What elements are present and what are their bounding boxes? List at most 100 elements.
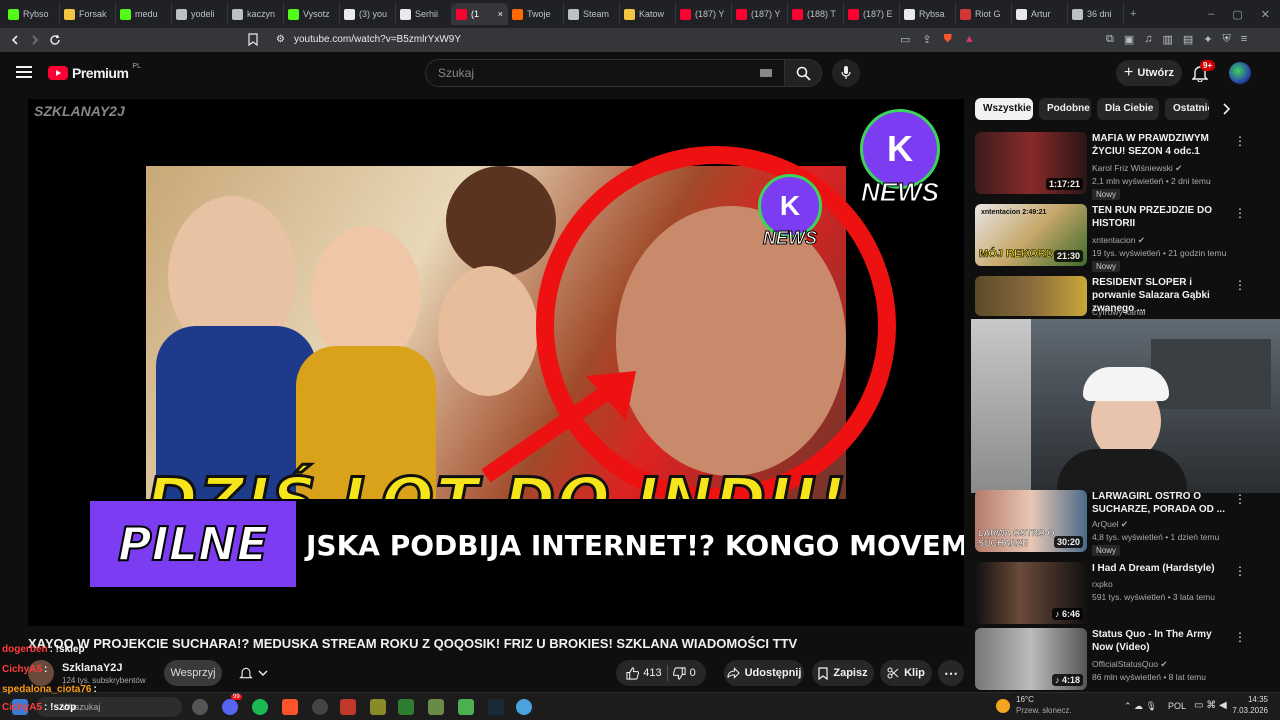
app-icon[interactable] xyxy=(370,699,386,715)
app-icon[interactable] xyxy=(428,699,444,715)
browser-tab[interactable]: 36 dni xyxy=(1068,3,1124,25)
video-player[interactable]: SZKLANAY2J K NEWS DZIŚ LOT DO INDII! K N… xyxy=(28,99,964,626)
brave-rewards-icon[interactable]: ▲ xyxy=(964,33,975,47)
brave-browser-icon[interactable] xyxy=(282,699,298,715)
minecraft-icon[interactable] xyxy=(458,699,474,715)
chip-similar[interactable]: Podobne xyxy=(1039,98,1091,120)
chips-next-button[interactable] xyxy=(1221,103,1231,115)
discord-icon[interactable]: 99 xyxy=(222,694,242,715)
browser-tab[interactable]: yodeli xyxy=(172,3,228,25)
sidebar-toggle-icon[interactable]: ▥ xyxy=(1163,33,1173,47)
voice-search-button[interactable] xyxy=(832,59,860,87)
avatar[interactable] xyxy=(1229,62,1251,84)
recommendation-item[interactable]: ♪ 4:18 Status Quo - In The Army Now (Vid… xyxy=(975,628,1255,690)
url-field[interactable]: ⚙ youtube.com/watch?v=B5zmlrYxW9Y xyxy=(270,30,990,50)
chip-recent[interactable]: Ostatnio xyxy=(1165,98,1209,120)
create-button[interactable]: + Utwórz xyxy=(1116,60,1182,86)
recommendation-item[interactable]: RESIDENT SLOPER i porwanie Salazara Gąbk… xyxy=(975,276,1255,317)
tray-icons[interactable]: ⌃ ☁ 🎙 xyxy=(1124,701,1157,712)
dislike-button[interactable]: 0 xyxy=(672,666,696,680)
back-button[interactable] xyxy=(4,29,26,51)
leo-ai-icon[interactable]: ✦ xyxy=(1203,33,1212,47)
recommendation-channel[interactable]: ArQuel ✔ xyxy=(1092,519,1128,530)
browser-tab[interactable]: Vysotz xyxy=(284,3,340,25)
search-button[interactable] xyxy=(784,59,822,87)
close-tab-icon[interactable]: × xyxy=(498,9,503,19)
save-button[interactable]: Zapisz xyxy=(812,660,874,686)
search-input[interactable]: Szukaj xyxy=(425,59,785,87)
recommendation-item[interactable]: xntentacion 2:49:21 MÓJ REKORD 21:30 TEN… xyxy=(975,204,1255,272)
browser-tab[interactable]: Serhii xyxy=(396,3,452,25)
spotify-icon[interactable] xyxy=(252,699,268,715)
cast-icon[interactable]: ▭ xyxy=(900,33,910,47)
browser-tab[interactable]: Forsak xyxy=(60,3,116,25)
more-actions-button[interactable]: ⋯ xyxy=(938,660,964,686)
reload-button[interactable] xyxy=(44,29,66,51)
obs-icon[interactable] xyxy=(312,699,328,715)
bookmark-icon[interactable] xyxy=(248,33,258,46)
wallet-icon[interactable]: ▤ xyxy=(1183,33,1193,47)
recommendation-channel[interactable]: Karol Friz Wiśniewski ✔ xyxy=(1092,163,1182,174)
browser-tab[interactable]: Steam xyxy=(564,3,620,25)
youtube-logo[interactable]: Premium PL xyxy=(48,63,141,81)
vpn-icon[interactable]: ⛨ xyxy=(1223,33,1231,47)
browser-tab[interactable]: (187) E xyxy=(844,3,900,25)
app-icon[interactable] xyxy=(340,699,356,715)
browser-tab[interactable]: Twoje xyxy=(508,3,564,25)
site-info-icon[interactable]: ⚙ xyxy=(276,30,285,50)
browser-tab[interactable]: Katow xyxy=(620,3,676,25)
recommendation-item[interactable]: 1:17:21 MAFIA W PRAWDZIWYM ŻYCIU! SEZON … xyxy=(975,132,1255,200)
keyboard-icon[interactable] xyxy=(760,69,772,77)
browser-tab[interactable]: Riot G xyxy=(956,3,1012,25)
brave-shield-icon[interactable]: ⛊ xyxy=(944,33,952,47)
close-window-icon[interactable]: ✕ xyxy=(1261,8,1270,21)
browser-tab[interactable]: Rybso xyxy=(4,3,60,25)
language-indicator[interactable]: POL xyxy=(1168,701,1186,711)
more-vertical-icon[interactable]: ⋮ xyxy=(1234,564,1246,578)
recommendation-channel[interactable]: xntentacion ✔ xyxy=(1092,235,1145,246)
notifications-button[interactable]: 9+ xyxy=(1192,60,1216,82)
recommendation-item[interactable]: ♪ 6:46 I Had A Dream (Hardstyle) rxpko 5… xyxy=(975,562,1255,626)
browser-tab[interactable]: (3) you xyxy=(340,3,396,25)
more-vertical-icon[interactable]: ⋮ xyxy=(1234,492,1246,506)
recommendation-channel[interactable]: rxpko xyxy=(1092,579,1113,589)
browser-tab[interactable]: (187) Y xyxy=(732,3,788,25)
browser-tab[interactable]: Artur xyxy=(1012,3,1068,25)
more-vertical-icon[interactable]: ⋮ xyxy=(1234,630,1246,644)
clip-button[interactable]: Klip xyxy=(880,660,932,686)
extensions-icon[interactable]: ⧉ xyxy=(1106,33,1114,47)
chip-for-you[interactable]: Dla Ciebie xyxy=(1097,98,1159,120)
steam-icon[interactable] xyxy=(488,699,504,715)
more-vertical-icon[interactable]: ⋮ xyxy=(1234,278,1246,292)
clock-time[interactable]: 14:35 xyxy=(1236,695,1268,704)
recommendation-item[interactable]: LARWA OSTRO O SUCHARZE 30:20 LARWAGIRL O… xyxy=(975,490,1255,556)
more-vertical-icon[interactable]: ⋮ xyxy=(1234,206,1246,220)
like-button[interactable]: 413 xyxy=(626,666,662,680)
more-vertical-icon[interactable]: ⋮ xyxy=(1234,134,1246,148)
browser-tab[interactable]: Rybsa xyxy=(900,3,956,25)
browser-tab[interactable]: medu xyxy=(116,3,172,25)
browser-tab[interactable]: (187) Y xyxy=(676,3,732,25)
recommendation-channel[interactable]: Cyfrowy kanał xyxy=(1092,307,1145,317)
share-button[interactable]: Udostępnij xyxy=(724,660,804,686)
support-button[interactable]: Wesprzyj xyxy=(164,660,222,686)
clock-date[interactable]: 7.03.2026 xyxy=(1222,706,1268,715)
menu-icon[interactable]: ≡ xyxy=(1241,33,1247,47)
screenshot-icon[interactable]: ▣ xyxy=(1124,33,1134,47)
new-tab-button[interactable]: + xyxy=(1130,8,1136,20)
chip-all[interactable]: Wszystkie xyxy=(975,98,1033,120)
media-icon[interactable]: ♫ xyxy=(1144,33,1152,47)
app-icon[interactable] xyxy=(398,699,414,715)
share-page-icon[interactable]: ⇪ xyxy=(922,33,931,47)
forward-button[interactable] xyxy=(24,29,46,51)
hamburger-menu-icon[interactable] xyxy=(16,66,32,78)
app-icon[interactable] xyxy=(516,699,532,715)
subscription-bell-button[interactable] xyxy=(228,660,278,686)
browser-tab[interactable]: (188) T xyxy=(788,3,844,25)
app-icon[interactable] xyxy=(192,699,208,715)
minimize-icon[interactable]: – xyxy=(1208,8,1214,21)
browser-tab[interactable]: (1 × xyxy=(452,3,508,25)
browser-tab[interactable]: kaczyn xyxy=(228,3,284,25)
maximize-icon[interactable]: ▢ xyxy=(1232,8,1242,21)
recommendation-channel[interactable]: OfficialStatusQuo ✔ xyxy=(1092,659,1168,670)
